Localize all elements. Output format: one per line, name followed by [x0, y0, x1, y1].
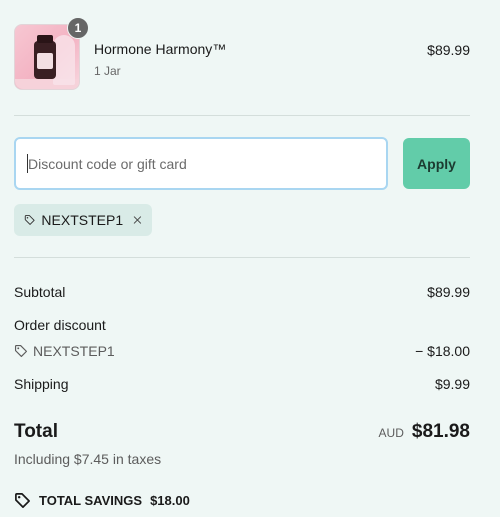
subtotal-label: Subtotal: [14, 284, 66, 300]
total-value: $81.98: [411, 421, 470, 442]
savings-label: TOTAL SAVINGS: [39, 493, 143, 508]
tag-icon: [15, 493, 30, 508]
tag-icon: [14, 344, 28, 358]
applied-discount-chip: NEXTSTEP1: [14, 204, 152, 236]
divider: [14, 257, 470, 258]
product-variant: 1 Jar: [94, 64, 121, 78]
product-name: Hormone Harmony™: [94, 41, 227, 57]
discount-code-row: NEXTSTEP1 − $18.00: [14, 343, 470, 359]
subtotal-value: $89.99: [427, 284, 470, 300]
discount-code-text: NEXTSTEP1: [33, 343, 115, 359]
subtotal-row: Subtotal $89.99: [14, 284, 470, 300]
shipping-row: Shipping $9.99: [14, 376, 470, 392]
remove-discount-icon[interactable]: [133, 213, 142, 227]
shipping-label: Shipping: [14, 376, 69, 392]
discount-value: − $18.00: [415, 343, 470, 359]
order-discount-label: Order discount: [14, 317, 106, 333]
total-amount: AUD $81.98: [379, 421, 470, 443]
product-thumbnail: 1: [14, 17, 89, 90]
tag-icon: [24, 215, 35, 225]
product-price: $89.99: [427, 42, 470, 58]
total-label: Total: [14, 421, 58, 442]
apply-button[interactable]: Apply: [403, 138, 470, 189]
currency-code: AUD: [378, 426, 404, 440]
total-savings: TOTAL SAVINGS $18.00: [14, 492, 190, 509]
order-discount-row: Order discount: [14, 317, 470, 333]
applied-code-label: NEXTSTEP1: [41, 212, 124, 228]
discount-code-input[interactable]: [14, 137, 388, 190]
taxes-note: Including $7.45 in taxes: [14, 451, 162, 467]
text-caret: [27, 154, 28, 173]
line-item: 1 Hormone Harmony™ 1 Jar $89.99: [14, 17, 470, 90]
shipping-value: $9.99: [434, 376, 470, 392]
savings-value: $18.00: [150, 493, 190, 508]
quantity-badge: 1: [67, 17, 89, 39]
divider: [14, 115, 470, 116]
